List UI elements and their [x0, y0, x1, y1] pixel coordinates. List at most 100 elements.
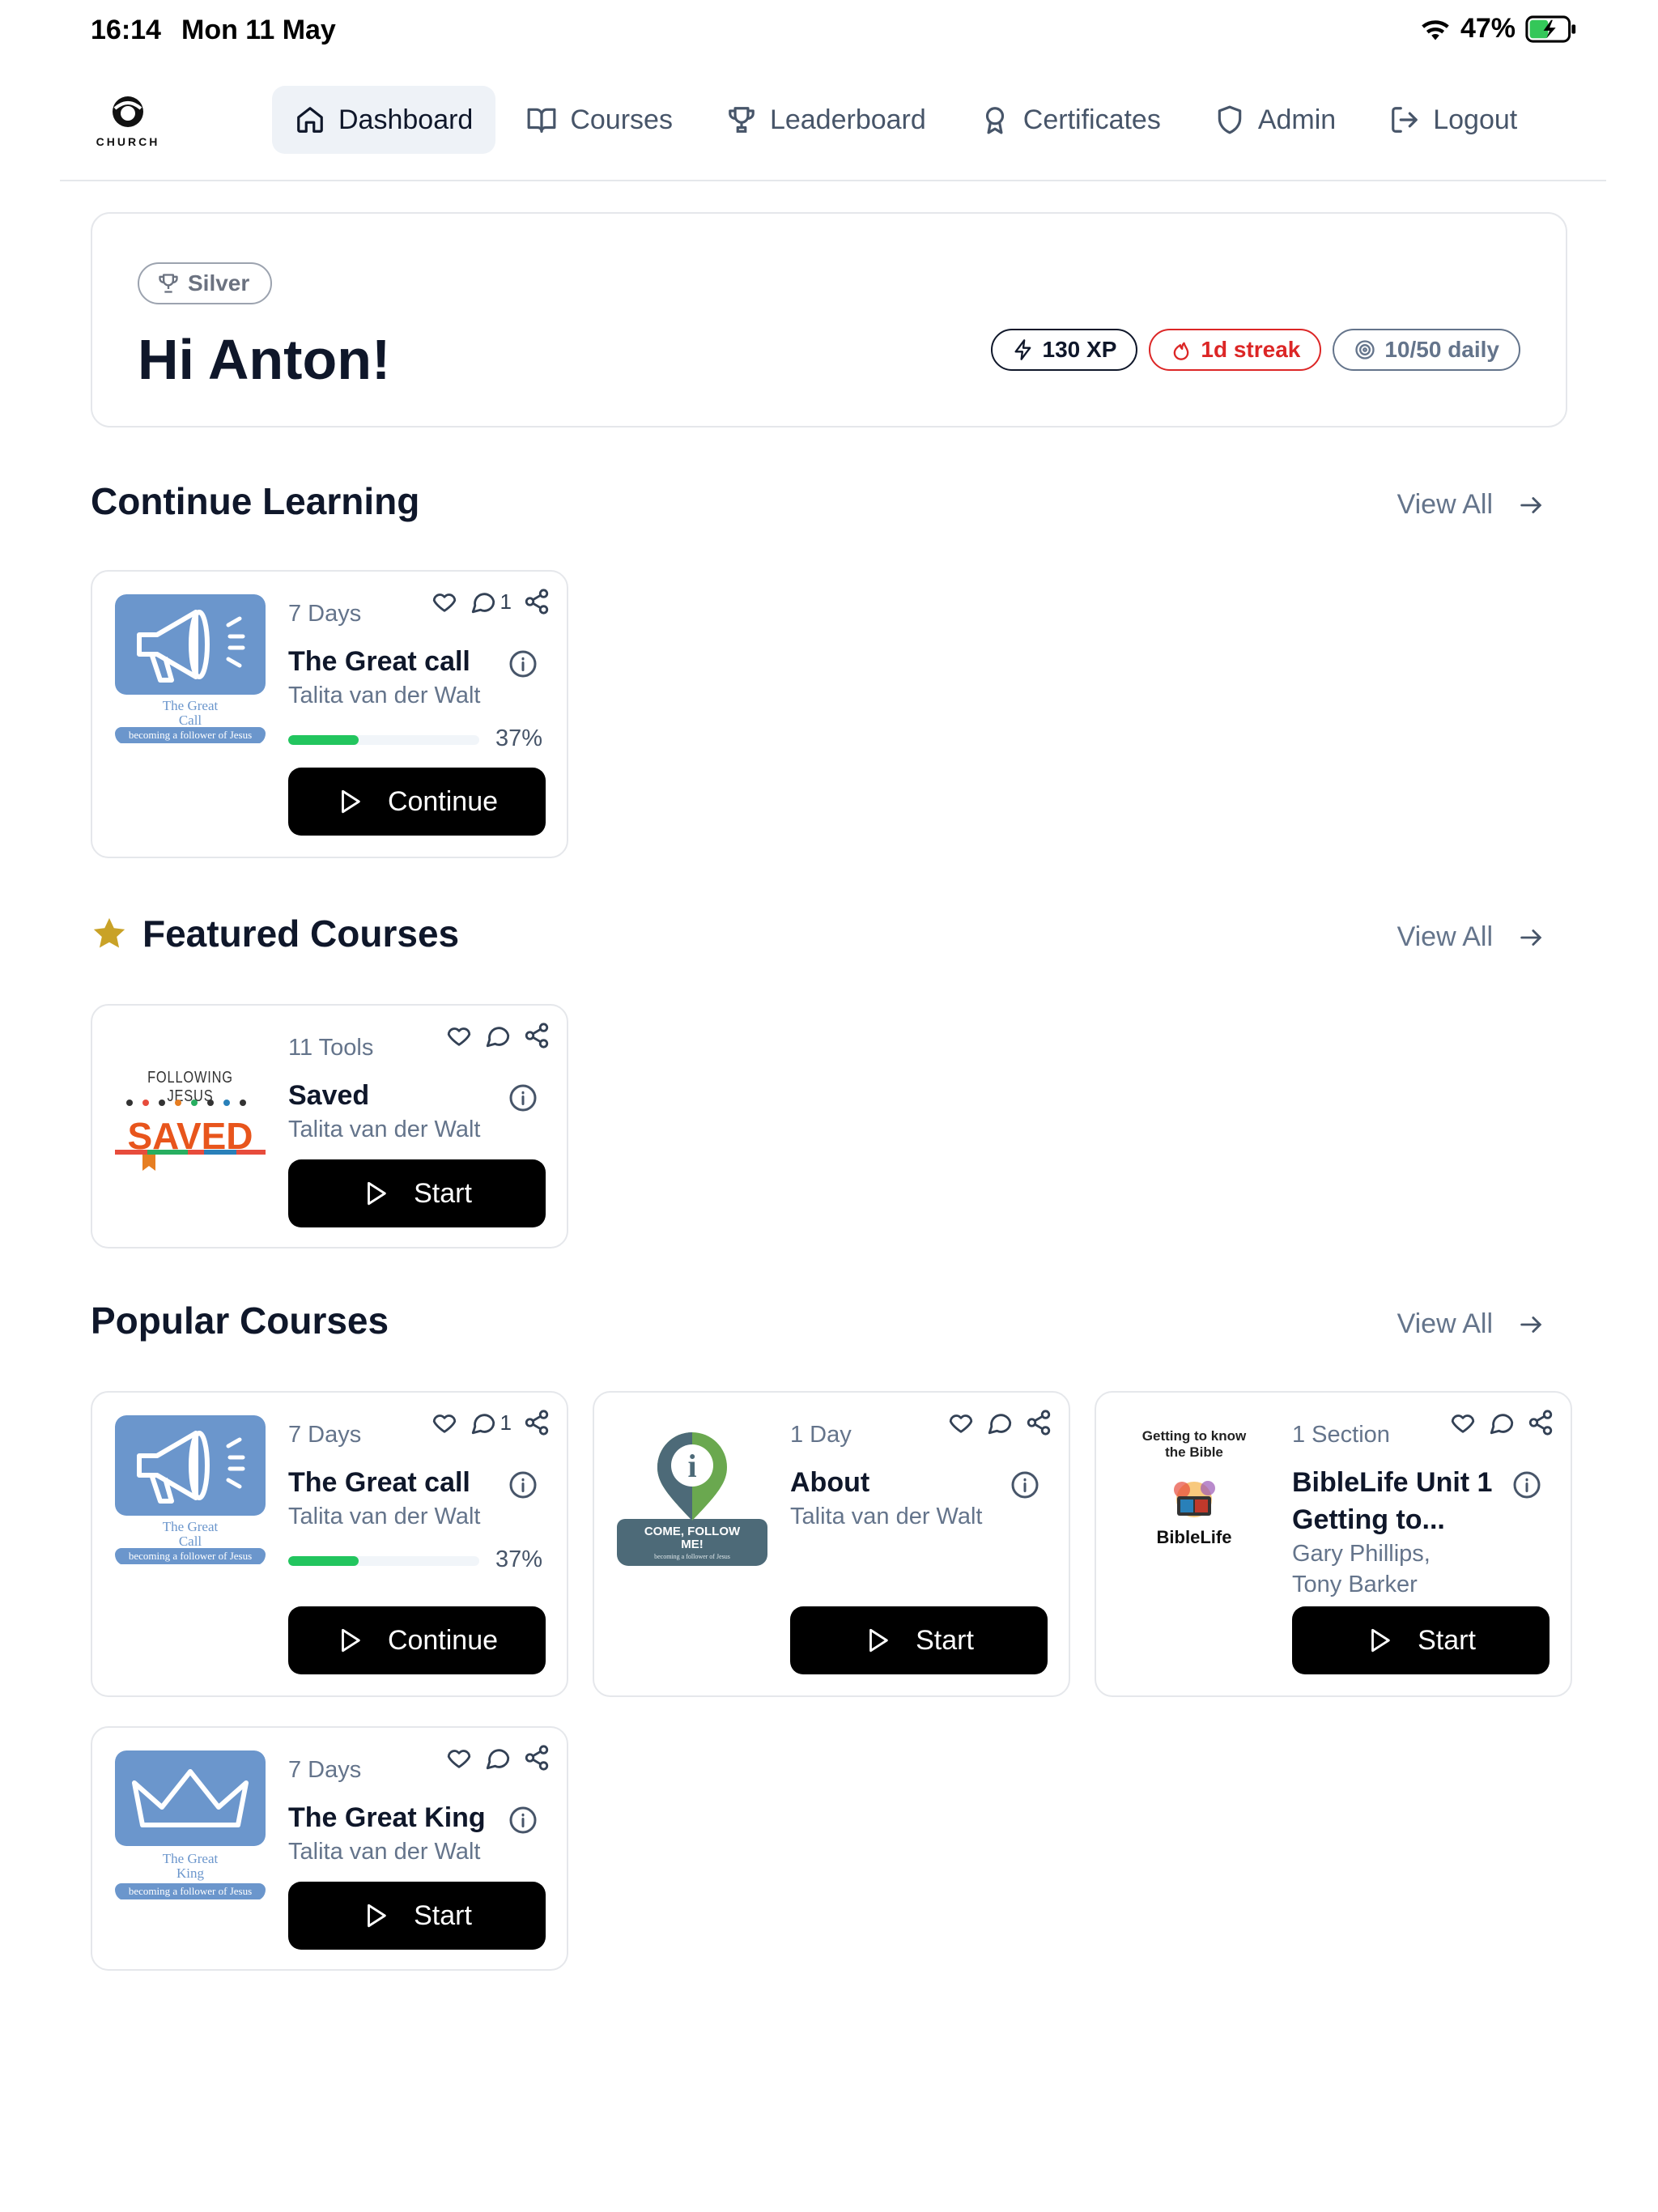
start-button[interactable]: Start — [288, 1882, 546, 1950]
start-button-label: Start — [916, 1624, 974, 1656]
view-all-label: View All — [1397, 1308, 1493, 1339]
course-title: The Great call — [288, 646, 470, 677]
heart-icon[interactable] — [445, 1744, 473, 1772]
progress-fill — [288, 735, 359, 745]
thumb-line-1: The Great — [162, 698, 219, 713]
daily-value: 10/50 daily — [1384, 337, 1499, 362]
tier-label: Silver — [188, 270, 250, 296]
course-duration: 7 Days — [288, 1757, 362, 1783]
nav-courses-label: Courses — [570, 104, 673, 135]
view-all-label: View All — [1397, 921, 1493, 952]
start-button[interactable]: Start — [790, 1606, 1048, 1674]
continue-button[interactable]: Continue — [288, 1606, 546, 1674]
nav-admin[interactable]: Admin — [1192, 86, 1358, 154]
continue-button[interactable]: Continue — [288, 768, 546, 836]
info-icon[interactable] — [1010, 1470, 1039, 1499]
comment-icon — [471, 1414, 495, 1435]
church-logo[interactable]: CHURCH — [96, 94, 160, 149]
greeting: Hi Anton! — [138, 328, 391, 391]
share-icon[interactable] — [1527, 1409, 1554, 1436]
comment-icon[interactable] — [986, 1409, 1014, 1436]
nav-certificates[interactable]: Certificates — [957, 86, 1184, 154]
start-button[interactable]: Start — [1292, 1606, 1550, 1674]
continue-learning-label: Continue Learning — [91, 480, 420, 522]
start-button-label: Start — [1418, 1624, 1476, 1656]
course-card[interactable]: FOLLOWING JESUS SAVED 11 Tools Saved Tal… — [91, 1004, 568, 1249]
thumb-line-2: Call — [178, 713, 202, 728]
card-actions — [445, 1022, 551, 1049]
continue-view-all[interactable]: View All — [1397, 489, 1545, 521]
battery-percent: 47% — [1460, 13, 1516, 44]
nav-dashboard[interactable]: Dashboard — [272, 86, 496, 154]
flame-icon — [1174, 342, 1189, 360]
thumb-footer: becoming a follower of Jesus — [128, 729, 253, 741]
course-card[interactable]: The Great Call becoming a follower of Je… — [91, 1391, 568, 1697]
featured-view-all[interactable]: View All — [1397, 921, 1545, 953]
heart-icon[interactable] — [1449, 1409, 1477, 1436]
course-card[interactable]: The Great King becoming a follower of Je… — [91, 1726, 568, 1971]
comment-button[interactable]: 1 — [470, 1409, 512, 1436]
progress-percent: 37% — [495, 1546, 542, 1572]
course-card[interactable]: The Great Call becoming a follower of Je… — [91, 570, 568, 858]
nav-courses[interactable]: Courses — [504, 86, 695, 154]
comment-count: 1 — [500, 589, 512, 614]
card-actions — [445, 1744, 551, 1772]
share-icon[interactable] — [523, 588, 551, 615]
course-thumbnail: The Great Call becoming a follower of Je… — [115, 1415, 266, 1566]
tier-badge: Silver — [138, 262, 273, 304]
play-icon — [368, 1904, 386, 1928]
nav-logout[interactable]: Logout — [1367, 86, 1540, 154]
logo-mark-icon — [113, 96, 143, 127]
heart-icon[interactable] — [947, 1409, 975, 1436]
thumb-line-1: The Great — [162, 1851, 219, 1866]
home-icon — [297, 107, 323, 133]
thumb-main-text: SAVED — [127, 1115, 253, 1157]
course-title: BibleLife Unit 1 Getting to... — [1292, 1467, 1493, 1535]
course-card[interactable]: i COME, FOLLOW ME! becoming a follower o… — [593, 1391, 1070, 1697]
course-card[interactable]: Getting to know the Bible BibleLife 1 Se… — [1095, 1391, 1572, 1697]
share-icon[interactable] — [523, 1409, 551, 1436]
heart-icon[interactable] — [431, 588, 458, 615]
trophy-icon — [159, 274, 178, 293]
popular-view-all[interactable]: View All — [1397, 1308, 1545, 1340]
info-icon[interactable] — [508, 1083, 538, 1112]
shield-icon — [1218, 105, 1242, 134]
streak-pill: 1d streak — [1149, 329, 1322, 371]
share-icon[interactable] — [1025, 1409, 1052, 1436]
nav-leaderboard[interactable]: Leaderboard — [704, 86, 949, 154]
featured-courses-title: Featured Courses — [91, 912, 459, 955]
comment-button[interactable]: 1 — [470, 588, 512, 615]
comment-icon[interactable] — [484, 1022, 512, 1049]
trophy-icon — [729, 107, 755, 133]
nav-items: Dashboard Courses Leaderboard Certificat… — [272, 86, 1540, 154]
thumb-line-2: Call — [178, 1534, 202, 1549]
comment-icon — [471, 593, 495, 614]
course-author: Talita van der Walt — [790, 1504, 983, 1529]
card-actions: 1 — [431, 1409, 551, 1436]
share-icon[interactable] — [523, 1744, 551, 1772]
course-title: Saved — [288, 1080, 370, 1111]
info-icon[interactable] — [508, 1470, 538, 1499]
course-author: Talita van der Walt — [288, 683, 481, 708]
info-icon[interactable] — [1512, 1470, 1541, 1499]
comment-icon[interactable] — [484, 1744, 512, 1772]
progress-percent: 37% — [495, 725, 542, 751]
thumb-line-1: The Great — [162, 1519, 219, 1534]
welcome-card: Silver Hi Anton! 130 XP 1d streak 10/50 … — [91, 212, 1567, 428]
top-nav: CHURCH Dashboard Courses Leaderboard Cer… — [60, 81, 1606, 181]
featured-courses-label: Featured Courses — [142, 912, 460, 955]
play-icon — [368, 1181, 386, 1206]
thumb-footer: becoming a follower of Jesus — [128, 1885, 253, 1897]
start-button[interactable]: Start — [288, 1159, 546, 1227]
thumb-main-text: BibleLife — [1156, 1527, 1232, 1547]
play-icon — [869, 1628, 888, 1653]
info-icon[interactable] — [508, 1806, 538, 1835]
comment-count: 1 — [500, 1410, 512, 1435]
info-icon[interactable] — [508, 649, 538, 678]
heart-icon[interactable] — [431, 1409, 458, 1436]
arrow-right-icon — [1520, 1316, 1542, 1333]
heart-icon[interactable] — [445, 1022, 473, 1049]
share-icon[interactable] — [523, 1022, 551, 1049]
comment-icon[interactable] — [1488, 1409, 1516, 1436]
course-title: About — [790, 1467, 870, 1498]
